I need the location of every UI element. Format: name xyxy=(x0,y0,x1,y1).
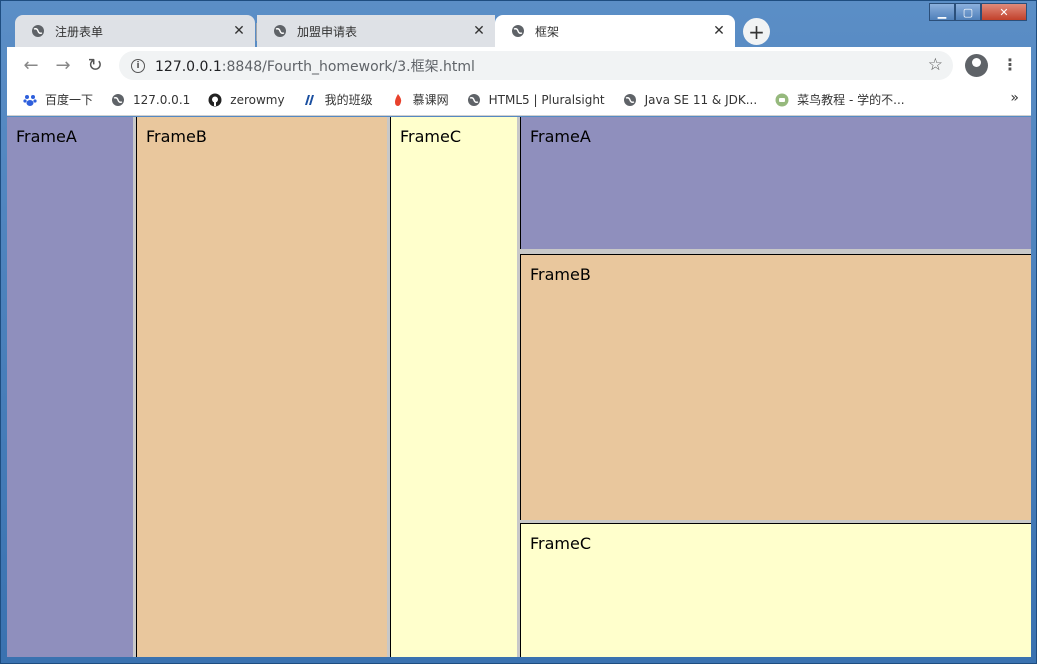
baidu-icon xyxy=(23,94,37,106)
left-frame-a[interactable]: FrameA xyxy=(7,117,133,657)
frame-label: FrameA xyxy=(530,127,591,146)
tab-label: 注册表单 xyxy=(55,24,104,39)
new-tab-button[interactable]: + xyxy=(743,18,770,45)
frame-label: FrameB xyxy=(530,265,591,284)
url-host: 127.0.0.1 xyxy=(155,58,222,75)
bookmark-label: zerowmy xyxy=(230,92,285,107)
bookmarks-bar: 百度一下 127.0.0.1 zerowmy 我的班级 慕课网 HTML5 | … xyxy=(7,84,1031,116)
browser-window: 注册表单 ✕ 加盟申请表 ✕ 框架 ✕ + ▁ ▢ ✕ ← → ↻ i 127.… xyxy=(0,0,1037,664)
right-frame-b[interactable]: FrameB xyxy=(520,254,1031,520)
bookmark-baidu[interactable]: 百度一下 xyxy=(23,91,93,108)
globe-icon xyxy=(623,93,636,106)
bookmark-localhost[interactable]: 127.0.0.1 xyxy=(111,93,190,107)
url-text[interactable]: 127.0.0.1:8848/Fourth_homework/3.框架.html xyxy=(155,56,475,76)
reload-button[interactable]: ↻ xyxy=(79,50,111,82)
close-icon[interactable]: ✕ xyxy=(709,23,729,39)
right-frame-c[interactable]: FrameC xyxy=(520,523,1031,657)
github-icon xyxy=(208,93,222,106)
address-bar[interactable]: i 127.0.0.1:8848/Fourth_homework/3.框架.ht… xyxy=(119,51,953,80)
minimize-button[interactable]: ▁ xyxy=(929,3,955,21)
close-icon[interactable]: ✕ xyxy=(229,23,249,39)
right-frame-a[interactable]: FrameA xyxy=(520,117,1031,249)
bookmark-github[interactable]: zerowmy xyxy=(208,92,285,107)
close-icon[interactable]: ✕ xyxy=(469,23,489,39)
globe-icon xyxy=(274,25,286,37)
bookmark-label: Java SE 11 & JDK... xyxy=(644,92,758,107)
globe-icon xyxy=(512,25,524,37)
tab-register-form[interactable]: 注册表单 ✕ xyxy=(15,15,255,47)
runoob-icon xyxy=(775,93,789,106)
frame-label: FrameA xyxy=(16,127,77,146)
bookmark-my-class[interactable]: 我的班级 xyxy=(303,91,373,108)
left-frame-c[interactable]: FrameC xyxy=(390,117,517,657)
more-bookmarks-icon[interactable]: » xyxy=(1010,90,1019,106)
url-path: :8848/Fourth_homework/3.框架.html xyxy=(221,58,475,75)
info-icon[interactable]: i xyxy=(131,58,145,73)
globe-icon xyxy=(467,93,480,106)
tab-join-application[interactable]: 加盟申请表 ✕ xyxy=(257,15,495,47)
left-frame-b[interactable]: FrameB xyxy=(136,117,387,657)
frameset-content: FrameA FrameB FrameC FrameA FrameB Frame… xyxy=(7,117,1031,657)
menu-icon[interactable]: ⋮ xyxy=(1002,55,1018,74)
close-window-button[interactable]: ✕ xyxy=(981,3,1027,21)
tab-label: 框架 xyxy=(535,24,560,39)
tab-frames[interactable]: 框架 ✕ xyxy=(495,15,735,47)
browser-toolbar: ← → ↻ i 127.0.0.1:8848/Fourth_homework/3… xyxy=(7,47,1031,84)
back-button[interactable]: ← xyxy=(15,50,47,82)
bookmark-label: 127.0.0.1 xyxy=(133,92,191,107)
bookmark-runoob[interactable]: 菜鸟教程 - 学的不... xyxy=(775,91,905,108)
tab-strip: 注册表单 ✕ 加盟申请表 ✕ 框架 ✕ + xyxy=(7,11,1031,47)
class-icon xyxy=(304,94,314,105)
bookmark-label: 百度一下 xyxy=(45,93,94,107)
frame-label: FrameC xyxy=(400,127,462,146)
frame-label: FrameB xyxy=(146,127,207,146)
bookmark-label: 我的班级 xyxy=(324,93,373,107)
bookmark-imooc[interactable]: 慕课网 xyxy=(391,91,449,108)
bookmark-pluralsight[interactable]: HTML5 | Pluralsight xyxy=(467,93,605,107)
globe-icon xyxy=(112,93,125,106)
bookmark-label: 菜鸟教程 - 学的不... xyxy=(797,93,905,107)
frame-label: FrameC xyxy=(530,534,592,553)
tab-label: 加盟申请表 xyxy=(297,24,358,39)
bookmark-java-se[interactable]: Java SE 11 & JDK... xyxy=(623,92,758,107)
bookmark-label: 慕课网 xyxy=(412,93,449,107)
flame-icon xyxy=(394,93,401,106)
profile-avatar-icon[interactable] xyxy=(965,54,988,77)
forward-button[interactable]: → xyxy=(47,50,79,82)
globe-icon xyxy=(32,25,44,37)
window-controls: ▁ ▢ ✕ xyxy=(929,3,1027,21)
maximize-button[interactable]: ▢ xyxy=(955,3,981,21)
bookmark-label: HTML5 | Pluralsight xyxy=(488,92,605,107)
bookmark-star-icon[interactable]: ☆ xyxy=(928,55,943,75)
